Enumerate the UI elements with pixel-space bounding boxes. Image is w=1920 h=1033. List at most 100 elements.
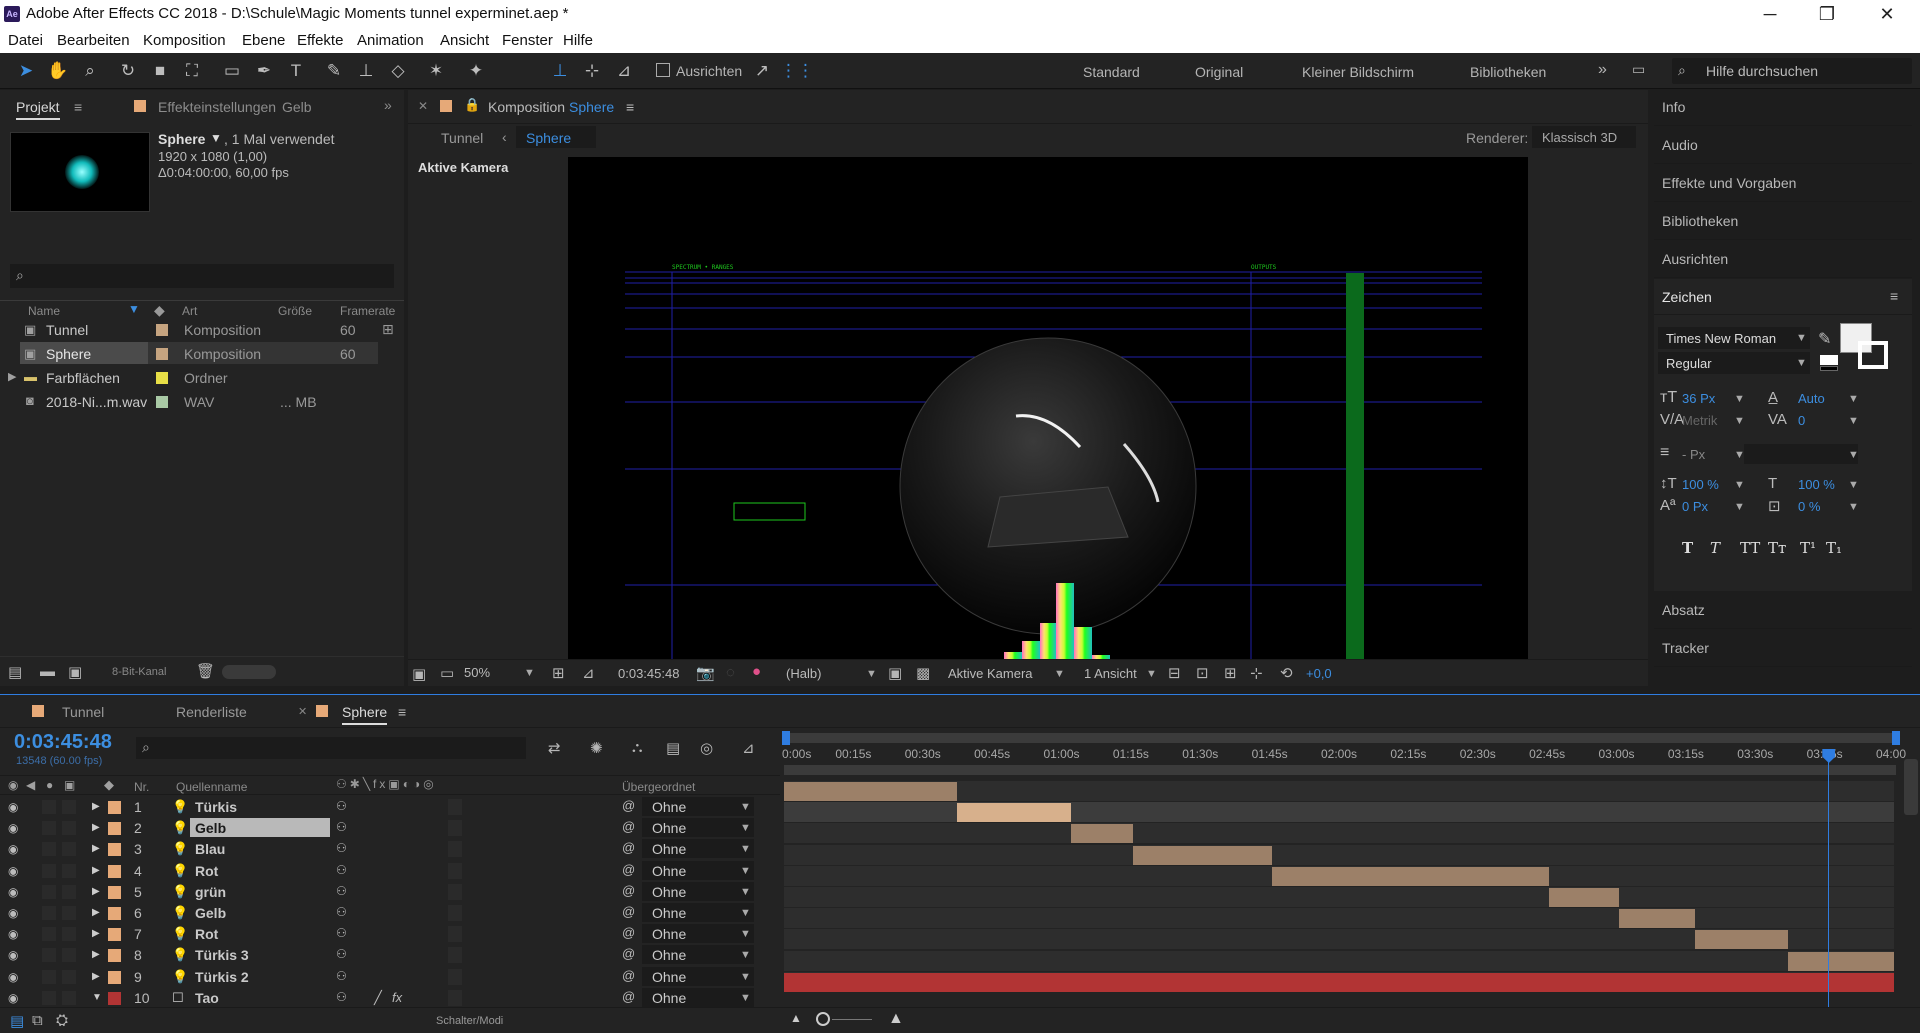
sort-arrow-icon[interactable]: ▼ [128, 302, 140, 316]
expand-arrow-icon[interactable]: ▶ [92, 801, 100, 812]
rectangle-tool-icon[interactable]: ▭ [220, 59, 244, 83]
layer-name[interactable]: grün [195, 884, 226, 900]
world-axis-icon[interactable]: ⊹ [580, 59, 604, 83]
tab-render-queue[interactable]: Renderliste [176, 704, 247, 720]
chevron-down-icon[interactable]: ▼ [740, 971, 751, 983]
lock-toggle[interactable] [62, 969, 76, 984]
col-parent[interactable]: Übergeordnet [622, 780, 695, 794]
solo-toggle[interactable] [42, 927, 56, 942]
baseline-shift-value[interactable]: 0 Px [1682, 499, 1708, 514]
close-button[interactable]: ✕ [1864, 2, 1910, 26]
solo-toggle[interactable] [42, 990, 56, 1005]
solo-toggle[interactable] [42, 906, 56, 920]
comp-tab-prefix[interactable]: Komposition [488, 99, 565, 115]
vertical-scale-value[interactable]: 100 % [1682, 477, 1719, 492]
transparency-grid-icon[interactable]: ▩ [916, 664, 930, 682]
shy-switch-icon[interactable]: ⚇ [336, 990, 347, 1004]
layer-duration-bar[interactable] [1787, 951, 1894, 971]
layer-row[interactable]: ◉ ▼ 10 ☐ Tao ⚇ ╱ fx @ Ohne ▼ [0, 987, 780, 1009]
new-composition-icon[interactable]: ▣ [68, 663, 82, 681]
kerning-value[interactable]: Metrik [1682, 413, 1717, 428]
time-zoom-slider[interactable] [816, 1012, 830, 1026]
minimize-button[interactable]: ─ [1747, 2, 1793, 26]
tab-tunnel[interactable]: Tunnel [62, 704, 104, 720]
expand-arrow-icon[interactable]: ▶ [92, 886, 100, 897]
layer-name[interactable]: Türkis 3 [195, 947, 249, 963]
chevron-down-icon[interactable]: ▼ [1848, 501, 1859, 513]
white-color-chip[interactable] [1820, 355, 1838, 365]
roto-brush-tool-icon[interactable]: ✶ [424, 59, 448, 83]
expand-arrow-icon[interactable]: ▶ [8, 370, 16, 383]
pickwhip-icon[interactable]: @ [622, 840, 635, 855]
more-workspaces-icon[interactable]: » [1598, 61, 1607, 79]
solo-toggle[interactable] [42, 800, 56, 814]
chevron-down-icon[interactable]: ▼ [740, 907, 751, 919]
restore-button[interactable]: ❐ [1804, 2, 1850, 26]
tab-project[interactable]: Projekt [16, 99, 60, 120]
project-menu-icon[interactable]: ≡ [74, 99, 82, 115]
faux-italic-button[interactable]: T [1710, 539, 1720, 557]
label-color-swatch[interactable] [108, 970, 121, 984]
visibility-eye-icon[interactable]: ◉ [8, 991, 18, 1005]
zoom-tool-icon[interactable]: ⌕ [78, 59, 102, 83]
leading-value[interactable]: Auto [1798, 391, 1825, 406]
camera-view-select[interactable]: Aktive Kamera [948, 666, 1033, 681]
lock-toggle[interactable] [62, 863, 76, 878]
expand-arrow-icon[interactable]: ▶ [92, 949, 100, 960]
nav-parent-tunnel[interactable]: Tunnel [441, 130, 483, 146]
layer-row[interactable]: ◉ ▶ 9 💡 Türkis 2 ⚇ @ Ohne ▼ [0, 966, 780, 988]
font-style-select[interactable]: Regular ▼ [1658, 352, 1810, 374]
layer-duration-bar[interactable] [784, 972, 1894, 992]
superscript-button[interactable]: T¹ [1800, 539, 1816, 557]
lock-icon[interactable]: ▣ [64, 778, 75, 792]
panel-tracker[interactable]: Tracker [1654, 630, 1912, 667]
speaker-icon[interactable]: ◀ [26, 778, 35, 792]
layer-duration-bar[interactable] [1133, 845, 1272, 865]
snap-options-icon[interactable]: ⋮⋮ [780, 59, 814, 83]
label-color-swatch[interactable] [108, 822, 121, 836]
visibility-eye-icon[interactable]: ◉ [8, 864, 18, 878]
layer-row[interactable]: ◉ ▶ 3 💡 Blau ⚇ @ Ohne ▼ [0, 839, 780, 860]
font-size-value[interactable]: 36 Px [1682, 391, 1715, 406]
lock-toggle[interactable] [62, 990, 76, 1005]
brush-tool-icon[interactable]: ✎ [322, 59, 346, 83]
shy-switch-icon[interactable]: ⚇ [336, 905, 347, 919]
lock-toggle[interactable] [62, 927, 76, 942]
navigator-start-handle[interactable] [782, 731, 790, 745]
effects-switch-icon[interactable]: fx [392, 990, 402, 1005]
col-type[interactable]: Art [182, 304, 197, 318]
thumbnail-size-slider[interactable] [222, 665, 276, 679]
sync-settings-icon[interactable]: ▭ [1632, 61, 1645, 78]
col-source-name[interactable]: Quellenname [176, 780, 247, 794]
shy-switch-icon[interactable]: ⚇ [336, 799, 347, 813]
zoom-out-icon[interactable]: ▲ [790, 1011, 802, 1025]
collapse-arrow-icon[interactable]: ▼ [92, 992, 102, 1003]
chevron-down-icon[interactable]: ▼ [1848, 393, 1859, 405]
menu-animation[interactable]: Animation [357, 32, 424, 49]
switch-slot[interactable] [448, 799, 462, 815]
label-color-swatch[interactable] [108, 864, 121, 878]
timeline-search-field[interactable]: ⌕ [136, 737, 526, 759]
chevron-down-icon[interactable]: ▼ [1734, 501, 1745, 513]
fast-previews-icon[interactable]: ⊡ [1196, 664, 1209, 682]
layer-duration-bar[interactable] [1549, 888, 1619, 907]
switch-slot[interactable] [448, 820, 462, 837]
tab-effect-controls[interactable]: Effekteinstellungen [158, 99, 276, 115]
frame-blending-icon[interactable]: ▤ [666, 739, 680, 757]
shy-switch-icon[interactable]: ⚇ [336, 884, 347, 898]
nav-arrow-icon[interactable]: ‹ [502, 129, 507, 145]
toggle-switches-modes[interactable]: Schalter/Modi [436, 1015, 503, 1027]
label-tag-icon[interactable]: ◆ [104, 777, 114, 793]
layer-row[interactable]: ◉ ▶ 5 💡 grün ⚇ @ Ohne ▼ [0, 881, 780, 903]
eye-icon[interactable]: ◉ [8, 778, 18, 792]
timeline-scrollbar[interactable] [1904, 759, 1918, 815]
chevron-down-icon[interactable]: ▼ [1734, 479, 1745, 491]
view-layout-select[interactable]: 1 Ansicht [1084, 666, 1137, 681]
layer-duration-bar[interactable] [1070, 824, 1134, 844]
layer-duration-bar[interactable] [784, 782, 958, 801]
flowchart-icon[interactable]: ⊞ [382, 321, 394, 338]
switch-slot[interactable] [448, 883, 462, 900]
workspace-libraries[interactable]: Bibliotheken [1470, 64, 1546, 80]
menu-ansicht[interactable]: Ansicht [440, 32, 489, 49]
view-axis-icon[interactable]: ⊿ [612, 59, 636, 83]
